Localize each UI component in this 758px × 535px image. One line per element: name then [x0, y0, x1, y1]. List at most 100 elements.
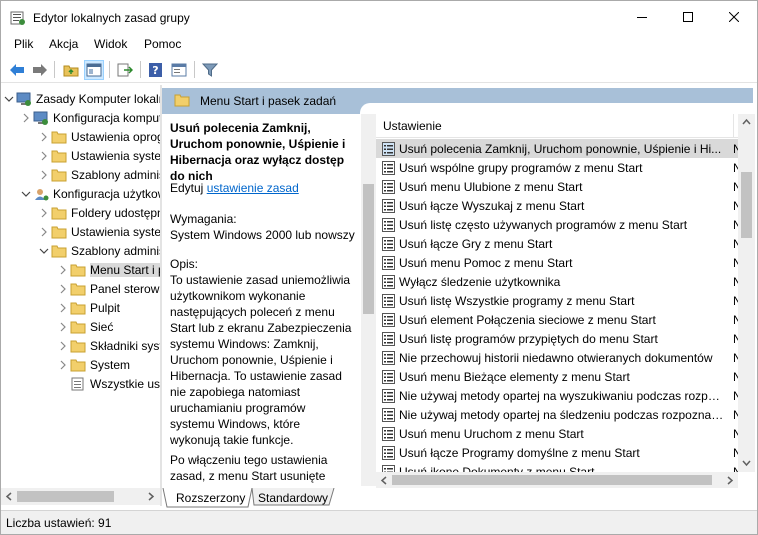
forward-button[interactable]: [30, 60, 50, 80]
folder-icon: [51, 150, 67, 162]
policy-setting-icon: [382, 350, 395, 365]
requirements-label: Wymagania:: [170, 212, 237, 226]
filter-button[interactable]: [200, 60, 220, 80]
help-button[interactable]: ?: [146, 60, 166, 80]
chevron-right-icon[interactable]: [58, 265, 68, 275]
minimize-button[interactable]: [619, 1, 665, 33]
close-button[interactable]: [711, 1, 757, 33]
help-icon: ?: [149, 63, 162, 77]
policy-setting-row[interactable]: Wyłącz śledzenie użytkownika N: [376, 272, 738, 291]
export-list-icon: [117, 63, 133, 77]
settings-list[interactable]: Ustawienie Usuń polecenia Zamknij, Uruch…: [376, 114, 738, 472]
policy-setting-row[interactable]: Usuń menu Uruchom z menu Start N: [376, 424, 738, 443]
scroll-left-icon[interactable]: [380, 476, 388, 485]
tab-standard[interactable]: Standardowy: [258, 489, 328, 507]
tree-node[interactable]: Sieć: [58, 317, 113, 336]
scroll-down-icon[interactable]: [742, 459, 751, 467]
chevron-right-icon[interactable]: [39, 208, 49, 218]
spacer[interactable]: [58, 379, 68, 389]
up-level-button[interactable]: [61, 60, 81, 80]
maximize-button[interactable]: [665, 1, 711, 33]
description-scroll-thumb[interactable]: [363, 184, 374, 314]
tree-node[interactable]: Panel sterowania: [58, 279, 160, 298]
tree-node[interactable]: Menu Start i pasek zadań: [58, 260, 160, 279]
edit-policy-link[interactable]: ustawienie zasad: [207, 181, 299, 195]
policy-setting-row[interactable]: Usuń menu Bieżące elementy z menu Start N: [376, 367, 738, 386]
tree-node[interactable]: Ustawienia oprogramowania: [39, 127, 160, 146]
tree-node[interactable]: Ustawienia systemu Windows: [39, 146, 160, 165]
description-body-continued: Po włączeniu tego ustawienia zasad, z men…: [170, 452, 358, 486]
tree-node-label: System: [90, 357, 131, 372]
list-horizontal-scrollbar[interactable]: [376, 472, 738, 488]
chevron-right-icon[interactable]: [39, 227, 49, 237]
window: Edytor lokalnych zasad grupy Plik Akcja …: [0, 0, 758, 535]
chevron-down-icon[interactable]: [21, 189, 31, 199]
chevron-right-icon[interactable]: [39, 132, 49, 142]
properties-button[interactable]: [169, 60, 189, 80]
column-divider[interactable]: [733, 114, 734, 138]
tree-node[interactable]: Szablony administracyjne: [39, 241, 160, 260]
policy-setting-row[interactable]: Nie używaj metody opartej na wyszukiwani…: [376, 386, 738, 405]
scroll-left-icon[interactable]: [5, 492, 13, 501]
policy-setting-row[interactable]: Usuń menu Pomoc z menu Start N: [376, 253, 738, 272]
policy-setting-row[interactable]: Usuń listę programów przypiętych do menu…: [376, 329, 738, 348]
menu-widok[interactable]: Widok: [94, 37, 127, 51]
chevron-down-icon[interactable]: [39, 246, 49, 256]
chevron-right-icon[interactable]: [39, 151, 49, 161]
scroll-up-icon[interactable]: [742, 118, 751, 126]
tree-node[interactable]: Pulpit: [58, 298, 120, 317]
policy-setting-row[interactable]: Usuń element Połączenia sieciowe z menu …: [376, 310, 738, 329]
policy-setting-row[interactable]: Usuń łącze Programy domyślne z menu Star…: [376, 443, 738, 462]
chevron-down-icon[interactable]: [4, 94, 14, 104]
policy-setting-row[interactable]: Usuń łącze Wyszukaj z menu Start N: [376, 196, 738, 215]
tree-node[interactable]: Szablony administracyjne: [39, 165, 160, 184]
list-scroll-thumb[interactable]: [741, 172, 752, 238]
chevron-right-icon[interactable]: [58, 360, 68, 370]
maximize-icon: [683, 12, 693, 22]
tree-node[interactable]: Składniki systemu: [58, 336, 160, 355]
policy-setting-row[interactable]: Usuń menu Ulubione z menu Start N: [376, 177, 738, 196]
chevron-right-icon[interactable]: [58, 341, 68, 351]
policy-setting-row[interactable]: Usuń ikonę Dokumenty z menu Start N: [376, 462, 738, 472]
scroll-right-icon[interactable]: [726, 476, 734, 485]
tree-node[interactable]: Ustawienia systemu: [39, 222, 160, 241]
chevron-right-icon[interactable]: [58, 303, 68, 313]
tree-horizontal-scrollbar[interactable]: [1, 488, 160, 505]
menu-plik[interactable]: Plik: [14, 37, 33, 51]
list-header[interactable]: Ustawienie: [376, 114, 738, 138]
policy-setting-row[interactable]: Nie przechowuj historii niedawno otwiera…: [376, 348, 738, 367]
tree-node[interactable]: Wszystkie ustawienia: [58, 374, 160, 393]
chevron-right-icon[interactable]: [39, 170, 49, 180]
tree-node[interactable]: Konfiguracja komputera: [21, 108, 160, 127]
title-bar[interactable]: Edytor lokalnych zasad grupy: [1, 1, 757, 34]
chevron-right-icon[interactable]: [58, 322, 68, 332]
export-list-button[interactable]: [115, 60, 135, 80]
column-header-setting[interactable]: Ustawienie: [383, 119, 442, 133]
tree-node[interactable]: Konfiguracja użytkownika: [21, 184, 160, 203]
tree-node[interactable]: Foldery udostępnione: [39, 203, 160, 222]
chevron-right-icon[interactable]: [58, 284, 68, 294]
scroll-right-icon[interactable]: [147, 492, 155, 501]
console-tree[interactable]: Zasady Komputer lokalny Konfiguracja komp…: [1, 85, 160, 488]
menu-pomoc[interactable]: Pomoc: [144, 37, 181, 51]
show-hide-tree-button[interactable]: [84, 60, 104, 80]
policy-setting-row[interactable]: Usuń polecenia Zamknij, Uruchom ponownie…: [376, 139, 738, 158]
menu-akcja[interactable]: Akcja: [49, 37, 78, 51]
tree-node[interactable]: System: [58, 355, 130, 374]
requirements-value: System Windows 2000 lub nowszy: [170, 228, 355, 242]
description-line: wykonują takie funkcje.: [170, 433, 294, 447]
description-scrollbar[interactable]: [361, 114, 376, 486]
policy-setting-row[interactable]: Usuń łącze Gry z menu Start N: [376, 234, 738, 253]
tree-node[interactable]: Zasady Komputer lokalny: [4, 89, 160, 108]
tree-scroll-thumb[interactable]: [17, 491, 114, 502]
list-hscroll-thumb[interactable]: [392, 475, 712, 485]
tab-extended[interactable]: Rozszerzony: [176, 489, 245, 507]
policy-setting-row[interactable]: Usuń listę często używanych programów z …: [376, 215, 738, 234]
policy-setting-row[interactable]: Usuń listę Wszystkie programy z menu Sta…: [376, 291, 738, 310]
policy-setting-row[interactable]: Usuń wspólne grupy programów z menu Star…: [376, 158, 738, 177]
list-vertical-scrollbar[interactable]: [738, 114, 755, 472]
back-button[interactable]: [7, 60, 27, 80]
policy-setting-row[interactable]: Nie używaj metody opartej na śledzeniu p…: [376, 405, 738, 424]
chevron-right-icon[interactable]: [21, 113, 31, 123]
section-header: Menu Start i pasek zadań: [162, 88, 753, 114]
